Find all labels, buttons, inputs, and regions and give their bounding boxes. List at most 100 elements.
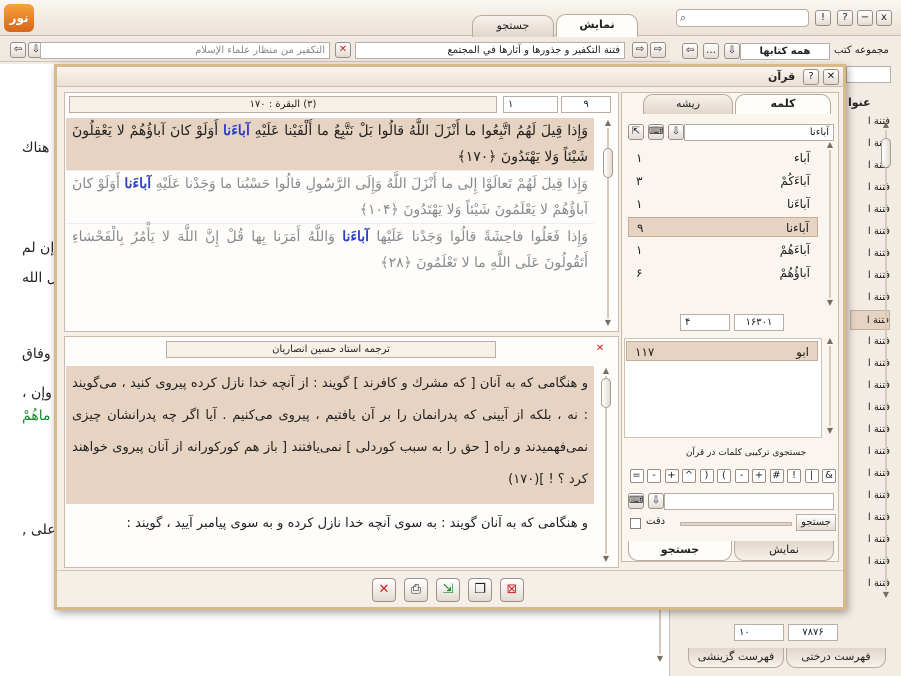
dialog-help-button[interactable]: ? [803, 69, 819, 85]
tab-word[interactable]: كلمه [735, 94, 831, 114]
export-icon[interactable]: ⇲ [436, 578, 460, 602]
global-search-input[interactable] [676, 9, 809, 27]
dialog-tab-display[interactable]: نمایش [734, 541, 834, 561]
close-dialog-icon[interactable]: ✕ [372, 578, 396, 602]
nav-arrow-button[interactable]: ⇨ [650, 42, 666, 58]
translation-scroll-down-icon[interactable]: ▼ [600, 554, 612, 564]
copy-icon[interactable]: ❐ [468, 578, 492, 602]
word-list-item[interactable]: آباؤُهُمْ ۶ [628, 263, 818, 283]
tab-search[interactable]: جستجو [472, 15, 554, 37]
operator-button[interactable]: & [822, 469, 836, 483]
root-list-item[interactable]: ابو ۱۱۷ [626, 341, 818, 361]
word-text: آباءَكُمْ [780, 174, 810, 188]
operator-button[interactable]: - [647, 469, 661, 483]
remove-note-icon[interactable]: ⊠ [500, 578, 524, 602]
sidebar-down-icon[interactable]: ⇩ [724, 43, 740, 59]
word-count: ۶ [636, 266, 643, 280]
sidebar-page-total[interactable]: ۷۸۷۶ [788, 624, 838, 641]
exact-slider[interactable] [680, 522, 792, 526]
scroll-down-icon[interactable]: ▼ [654, 654, 666, 664]
tab-display[interactable]: نمایش [556, 14, 638, 37]
operator-button[interactable]: ( [717, 469, 731, 483]
verse-scroll-down-icon[interactable]: ▼ [602, 318, 614, 328]
print-icon[interactable]: ⎙ [404, 578, 428, 602]
close-doc-icon[interactable]: ✕ [335, 42, 351, 58]
operator-button[interactable]: = [629, 469, 644, 483]
operator-button[interactable]: | [804, 469, 819, 483]
combo-keyboard-icon[interactable]: ⌨ [628, 493, 644, 509]
word-scroll-down-icon[interactable]: ▼ [824, 298, 836, 308]
verse-highlight: آباءَنا [223, 123, 250, 139]
operator-button[interactable]: ) [699, 469, 714, 483]
clear-search-icon[interactable]: ⇱ [628, 124, 644, 140]
operator-button[interactable]: ! [787, 469, 801, 483]
verse-scroll-thumb[interactable] [603, 148, 613, 178]
combo-down-icon[interactable]: ⇩ [648, 493, 664, 509]
root-scrollbar[interactable]: ▲ ▼ [824, 336, 836, 436]
word-list-item[interactable]: آباءَهُمْ ۱ [628, 240, 818, 260]
verse-scrollbar[interactable]: ▲ ▼ [602, 118, 614, 328]
translation-scroll-up-icon[interactable]: ▲ [600, 366, 612, 376]
word-text: آباء [794, 151, 810, 165]
sidebar-scroll-down-icon[interactable]: ▼ [880, 590, 892, 600]
minimize-button[interactable]: − [857, 10, 873, 26]
word-list-item[interactable]: آباءَكُمْ ۳ [628, 171, 818, 191]
operator-button[interactable]: ^ [682, 469, 696, 483]
word-list-item[interactable]: آباءَنا ۱ [628, 194, 818, 214]
root-scroll-down-icon[interactable]: ▼ [824, 426, 836, 436]
sidebar-filter-input[interactable] [846, 66, 891, 83]
combo-search-label: جستجوی تركیبی كلمات در قرآن [685, 448, 807, 458]
prev-doc-button[interactable]: ⇦ [10, 42, 26, 58]
word-text: آباؤُهُمْ [779, 266, 810, 280]
operator-button[interactable]: + [752, 469, 766, 483]
word-list-item[interactable]: آباء ۱ [628, 148, 818, 168]
verse-page-num[interactable]: ۹ [561, 96, 611, 113]
verse-item[interactable]: وَإِذا فَعَلُوا فاحِشَةً قالُوا وَجَدْنا… [66, 223, 594, 276]
combo-search-input[interactable] [664, 493, 834, 510]
verse-highlight: آباءَنا [342, 229, 370, 245]
right-doc-field[interactable]: فتنة التكفير و جذورها و آثارها في المجتم… [355, 42, 625, 59]
help-button[interactable]: ? [837, 10, 853, 26]
collection-select[interactable]: همه كتابها [740, 43, 830, 60]
sidebar-scroll-up-icon[interactable]: ▲ [880, 120, 892, 130]
combo-search-button[interactable]: جستجو [796, 514, 836, 531]
close-button[interactable]: x [876, 10, 892, 26]
sidebar-page-current[interactable]: ۱۰ [734, 624, 784, 641]
root-scroll-up-icon[interactable]: ▲ [824, 336, 836, 346]
alert-button[interactable]: ! [815, 10, 831, 26]
exact-checkbox[interactable] [630, 518, 641, 529]
sidebar-scrollbar[interactable]: ▲ ▼ [880, 120, 892, 600]
next-doc-button[interactable]: ⇨ [632, 42, 648, 58]
operator-button[interactable]: + [664, 469, 679, 483]
word-list-item[interactable]: آباءنا ۹ [628, 217, 818, 237]
verse-item[interactable]: وَإِذا قِيلَ لَهُمْ تَعالَوْا إِلى ما أَ… [66, 170, 594, 223]
search-icon[interactable]: ⌕ [680, 11, 686, 25]
dialog-close-button[interactable]: ✕ [823, 69, 839, 85]
operator-button[interactable]: - [734, 469, 749, 483]
translation-text-1: و هنگامی كه به آنان [ كه مشرك و كافرند ]… [66, 366, 594, 504]
verse-scroll-up-icon[interactable]: ▲ [602, 118, 614, 128]
translation-text-2: و هنگامی كه به آنان گویند : به سوی آنچه … [126, 516, 588, 531]
translation-scroll-thumb[interactable] [601, 378, 611, 408]
sidebar-more-button[interactable]: … [703, 43, 719, 59]
dialog-tab-search[interactable]: جستجو [628, 541, 732, 561]
verse-reference: (۳) البقرة : ۱۷۰ [69, 96, 497, 113]
translation-scrollbar[interactable]: ▲ ▼ [600, 366, 612, 564]
word-search-input[interactable]: آباءنا [684, 124, 834, 141]
sidebar-scroll-thumb[interactable] [881, 138, 891, 168]
word-scroll-up-icon[interactable]: ▲ [824, 140, 836, 150]
total-left-field: ۴ [680, 314, 730, 331]
operator-button[interactable]: # [769, 469, 784, 483]
close-translation-icon[interactable]: ✕ [592, 342, 608, 358]
verse-item[interactable]: وَإِذا قِيلَ لَهُمُ اتَّبِعُوا ما أَنْزَ… [66, 118, 594, 170]
sidebar-back-icon[interactable]: ⇦ [682, 43, 698, 59]
left-doc-field[interactable]: التكفير من منظار علماء الإسلام [40, 42, 330, 59]
tab-tree-index[interactable]: فهرست درختی [786, 648, 886, 668]
word-down-icon[interactable]: ⇩ [668, 124, 684, 140]
tab-root[interactable]: ریشه [643, 94, 733, 114]
keyboard-icon[interactable]: ⌨ [648, 124, 664, 140]
word-scrollbar[interactable]: ▲ ▼ [824, 140, 836, 308]
tab-selective-index[interactable]: فهرست گزینشی [688, 648, 784, 668]
word-text: آباءنا [786, 221, 809, 235]
verse-page-total[interactable]: ۱ [503, 96, 558, 113]
